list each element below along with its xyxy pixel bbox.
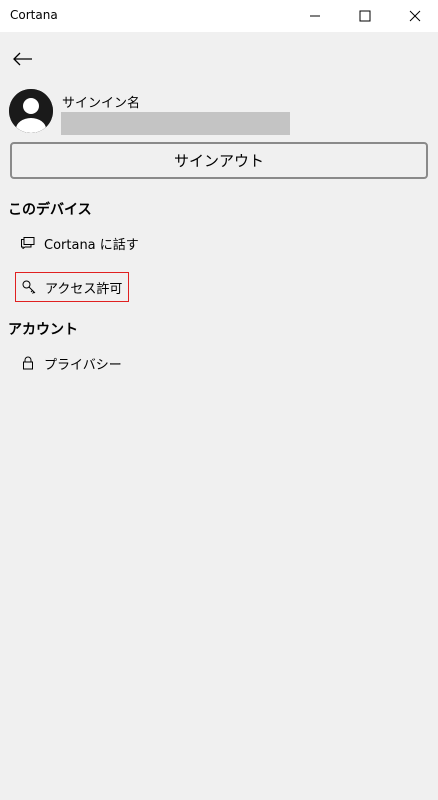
user-silhouette-icon xyxy=(9,89,53,133)
close-button[interactable] xyxy=(392,0,438,32)
nav-item-label: アクセス許可 xyxy=(45,281,123,297)
signin-name-label: サインイン名 xyxy=(62,96,141,111)
section-heading-account: アカウント xyxy=(8,322,78,338)
avatar xyxy=(9,89,53,133)
nav-item-talk-to-cortana[interactable]: Cortana に話す xyxy=(14,228,145,258)
minimize-icon xyxy=(310,15,320,17)
nav-item-privacy[interactable]: プライバシー xyxy=(14,348,128,378)
nav-item-label: プライバシー xyxy=(44,357,122,373)
arrow-left-icon xyxy=(13,52,32,66)
maximize-button[interactable] xyxy=(342,0,388,32)
key-icon xyxy=(21,279,37,295)
nav-item-label: Cortana に話す xyxy=(44,237,139,253)
app-title: Cortana xyxy=(10,8,58,22)
lock-icon xyxy=(20,355,36,371)
title-bar: Cortana xyxy=(0,0,438,32)
section-heading-this-device: このデバイス xyxy=(8,202,92,218)
redacted-account-email xyxy=(61,112,290,135)
maximize-icon xyxy=(359,10,371,22)
close-icon xyxy=(409,10,421,22)
chat-icon xyxy=(20,235,36,251)
back-button[interactable] xyxy=(10,46,36,72)
signout-button[interactable]: サインアウト xyxy=(10,142,428,179)
cortana-settings-window: Cortana サインイン名 サインアウト このデバイス Cortana に話す… xyxy=(0,0,438,800)
minimize-button[interactable] xyxy=(292,0,338,32)
nav-item-permissions[interactable]: アクセス許可 xyxy=(15,272,130,302)
